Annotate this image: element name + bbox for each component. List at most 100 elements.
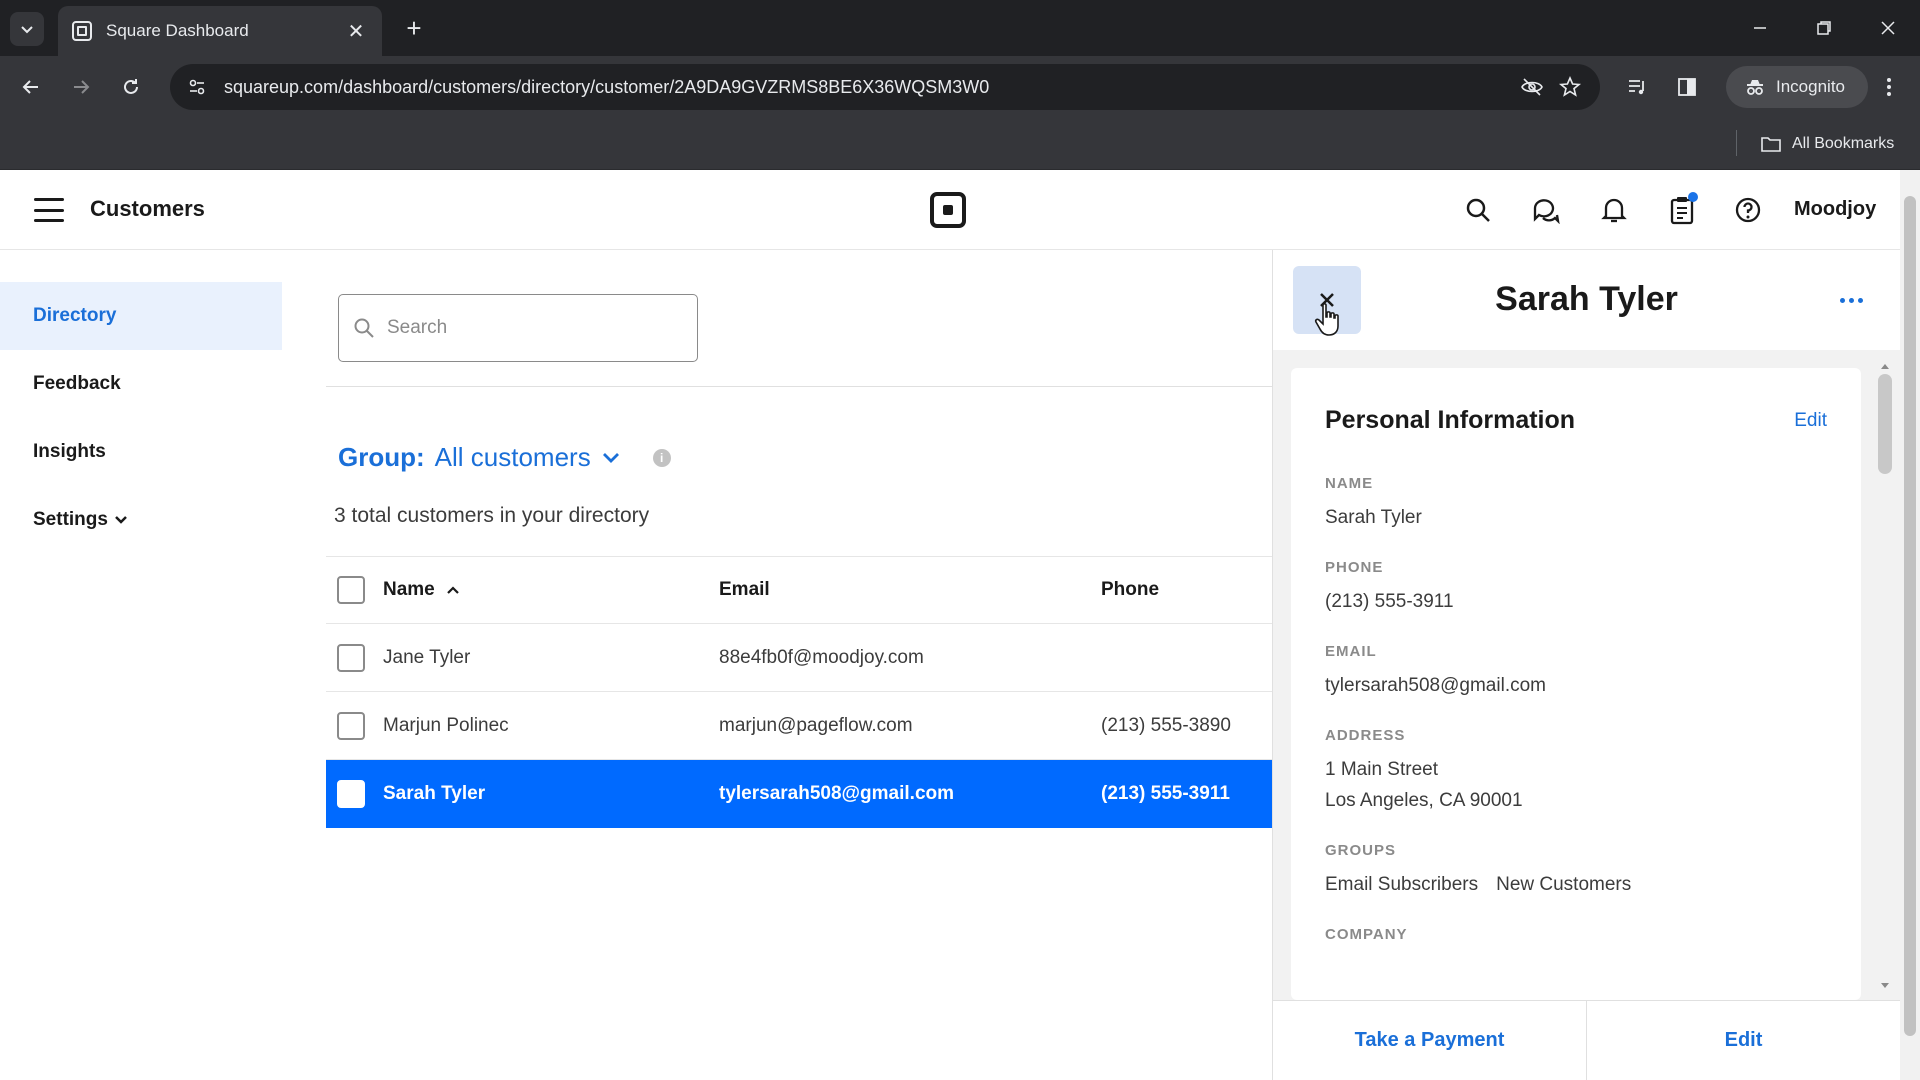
new-tab-button[interactable]: + (398, 12, 430, 44)
customer-phone: (213) 555-3890 (1101, 714, 1231, 736)
notifications-button[interactable] (1596, 192, 1632, 228)
address-bar[interactable]: squareup.com/dashboard/customers/directo… (170, 64, 1600, 110)
hand-cursor-icon (1314, 303, 1339, 336)
panel-scrollbar-thumb[interactable] (1878, 374, 1892, 474)
star-icon[interactable] (1558, 75, 1582, 99)
tasks-button[interactable] (1664, 192, 1700, 228)
more-options-button[interactable] (1831, 288, 1871, 312)
folder-icon (1761, 137, 1781, 152)
tab-search-button[interactable] (10, 12, 44, 46)
tab-close-icon[interactable]: ✕ (344, 19, 368, 44)
email-link[interactable]: tylersarah508@gmail.com (1325, 670, 1827, 701)
square-logo-icon[interactable] (930, 192, 966, 228)
group-label: Group: (338, 442, 425, 472)
restore-button[interactable] (1804, 14, 1844, 42)
arrow-left-icon (22, 80, 38, 94)
forward-button[interactable] (64, 70, 98, 104)
all-bookmarks-label: All Bookmarks (1792, 135, 1895, 152)
email-column-header: Email (719, 579, 770, 600)
playlist-icon (1629, 80, 1644, 95)
customer-directory: Group: All customers i 3 total customers… (326, 250, 1272, 1080)
chevron-down-icon[interactable] (601, 451, 621, 465)
help-button[interactable] (1730, 192, 1766, 228)
email-field: EMAIL tylersarah508@gmail.com (1325, 643, 1827, 701)
search-input[interactable] (387, 317, 667, 339)
company-field: COMPANY (1325, 926, 1408, 943)
table-row[interactable]: Jane Tyler 88e4fb0f@moodjoy.com (326, 624, 1272, 692)
header-search-button[interactable] (1460, 192, 1496, 228)
scroll-up-arrow[interactable] (1879, 360, 1891, 372)
menu-icon[interactable] (34, 198, 64, 222)
help-icon (1735, 197, 1761, 223)
bookmarks-divider (1736, 130, 1737, 156)
customer-name: Jane Tyler (383, 646, 471, 668)
scroll-down-arrow[interactable] (1879, 980, 1891, 992)
sidebar-item-settings[interactable]: Settings (0, 486, 282, 554)
group-link-new-customers[interactable]: New Customers (1496, 869, 1631, 900)
close-window-button[interactable] (1868, 14, 1908, 42)
divider (326, 386, 1272, 387)
square-favicon-icon (72, 21, 92, 41)
group-link-email-subscribers[interactable]: Email Subscribers (1325, 869, 1478, 900)
sidebar-item-label: Directory (33, 305, 117, 326)
info-icon[interactable]: i (652, 448, 671, 467)
table-row[interactable]: Marjun Polinec marjun@pageflow.com (213)… (326, 692, 1272, 760)
browser-toolbar: squareup.com/dashboard/customers/directo… (0, 56, 1920, 118)
reload-icon (124, 79, 138, 94)
sidebar-item-feedback[interactable]: Feedback (0, 350, 282, 418)
close-icon (1881, 21, 1895, 35)
sidebar: Directory Feedback Insights Settings (0, 250, 282, 1080)
all-bookmarks-button[interactable]: All Bookmarks (1760, 130, 1894, 158)
customer-email: tylersarah508@gmail.com (719, 783, 955, 804)
restore-icon (1817, 21, 1831, 35)
groups-field: GROUPS Email Subscribers New Customers (1325, 842, 1827, 900)
row-checkbox[interactable] (337, 711, 365, 740)
reload-button[interactable] (114, 70, 148, 104)
edit-personal-info-link[interactable]: Edit (1794, 410, 1827, 432)
group-filter: Group: All customers i (338, 442, 671, 473)
customer-name: Sarah Tyler (383, 783, 486, 804)
sidebar-item-directory[interactable]: Directory (0, 282, 282, 350)
bell-icon (1601, 198, 1627, 223)
account-name[interactable]: Moodjoy (1794, 198, 1876, 221)
phone-column-header: Phone (1101, 579, 1160, 600)
phone-link[interactable]: (213) 555-3911 (1325, 586, 1827, 617)
edit-customer-button[interactable]: Edit (1586, 1001, 1900, 1080)
site-settings-icon[interactable] (182, 72, 212, 102)
media-controls-button[interactable] (1620, 70, 1654, 104)
browser-menu-button[interactable] (1872, 70, 1906, 104)
address-line-2: Los Angeles, CA 90001 (1325, 790, 1523, 811)
browser-tab[interactable]: Square Dashboard ✕ (58, 6, 382, 56)
customer-email: 88e4fb0f@moodjoy.com (719, 646, 924, 668)
personal-information-card: Personal Information Edit NAME Sarah Tyl… (1291, 368, 1861, 1000)
incognito-badge[interactable]: Incognito (1726, 66, 1868, 108)
chevron-down-icon (114, 515, 128, 525)
customer-phone: (213) 555-3911 (1101, 783, 1230, 804)
eye-off-icon[interactable] (1520, 75, 1544, 99)
sidebar-item-label: Settings (33, 509, 108, 530)
search-field[interactable] (338, 294, 698, 362)
bookmarks-bar: All Bookmarks (0, 118, 1920, 170)
messages-icon (1533, 199, 1560, 224)
table-row-selected[interactable]: Sarah Tyler tylersarah508@gmail.com (213… (326, 760, 1272, 828)
back-button[interactable] (14, 70, 48, 104)
customer-name: Marjun Polinec (383, 714, 509, 736)
row-checkbox[interactable] (337, 643, 365, 672)
sort-ascending-icon (446, 586, 459, 594)
messages-button[interactable] (1528, 192, 1564, 228)
page-scrollbar-thumb[interactable] (1904, 196, 1916, 1036)
kebab-menu-icon (1887, 78, 1891, 96)
side-panel-button[interactable] (1670, 70, 1704, 104)
name-column-header[interactable]: Name (383, 579, 719, 601)
group-dropdown[interactable]: All customers (435, 442, 591, 473)
sidebar-item-label: Insights (33, 441, 106, 462)
tab-title: Square Dashboard (106, 21, 249, 40)
page-title: Customers (90, 196, 205, 221)
row-checkbox[interactable] (337, 780, 365, 808)
sidebar-item-insights[interactable]: Insights (0, 418, 282, 486)
select-all-checkbox[interactable] (337, 576, 365, 604)
minimize-button[interactable] (1740, 14, 1780, 42)
page-scrollbar[interactable] (1900, 170, 1920, 1080)
card-title: Personal Information (1325, 406, 1576, 434)
take-payment-button[interactable]: Take a Payment (1273, 1001, 1586, 1080)
